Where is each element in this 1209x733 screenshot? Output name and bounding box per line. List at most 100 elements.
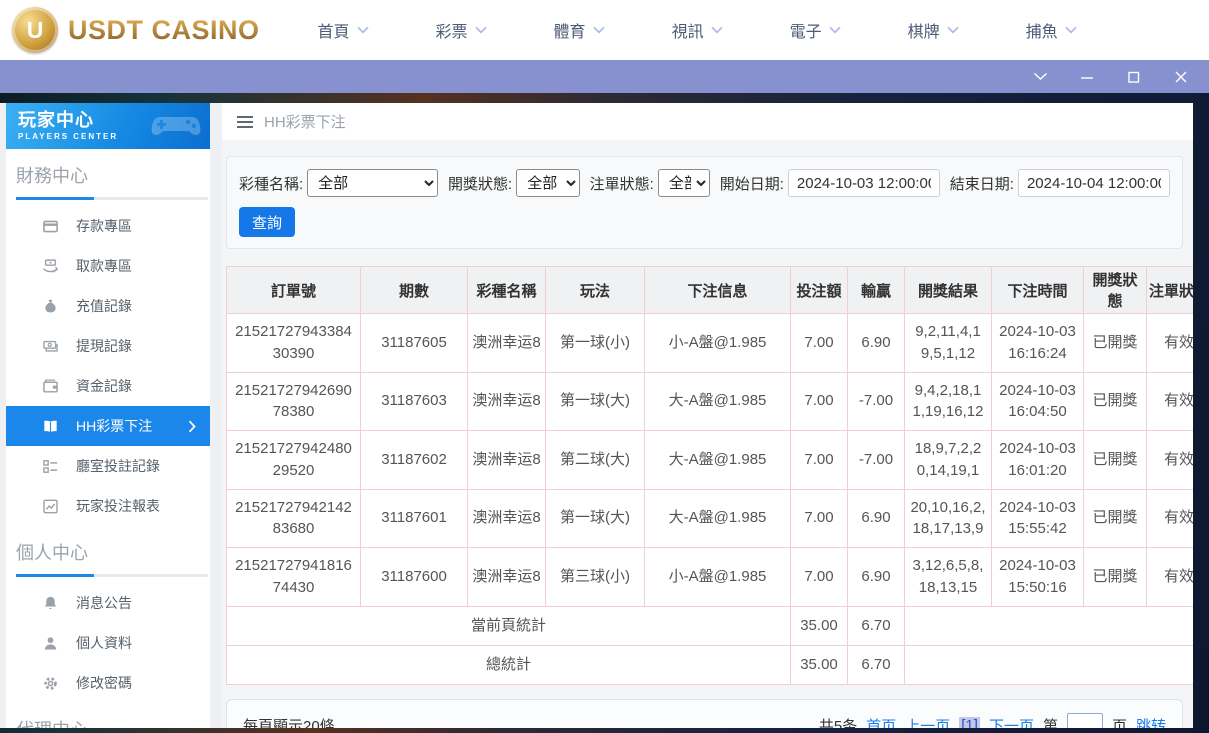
cell-bet_time: 2024-10-03 15:50:16: [992, 548, 1084, 607]
column-header: 開獎結果: [905, 267, 992, 314]
cell-win_loss: 6.90: [848, 314, 905, 373]
cell-win_loss: -7.00: [848, 431, 905, 490]
first-page-link[interactable]: 首页: [866, 715, 896, 728]
cell-bet_time: 2024-10-03 16:04:50: [992, 372, 1084, 431]
cell-draw_status: 已開獎: [1084, 548, 1147, 607]
main-nav: 首頁 彩票 體育 視訊 電子 棋牌 捕魚: [318, 18, 1077, 42]
sidebar-item-label: 提現記錄: [76, 336, 132, 356]
table-row: 215217279426907838031187603澳洲幸运8第一球(大)大-…: [227, 372, 1194, 431]
sidebar-item-person[interactable]: 個人資料: [6, 623, 210, 663]
report-chart-icon: [42, 498, 59, 515]
column-header: 下注時間: [992, 267, 1084, 314]
cell-order_status: 有效: [1147, 489, 1194, 548]
app-window: U USDT CASINO 首頁彩票體育視訊電子棋牌捕魚 玩家中心 PLAYER…: [0, 0, 1209, 733]
nav-item-label: 棋牌: [908, 18, 940, 42]
cell-bet_info: 小-A盤@1.985: [645, 314, 791, 373]
nav-item-0[interactable]: 首頁: [318, 18, 369, 42]
withdraw-hand-icon: [42, 258, 59, 275]
cell-order_status: 有效: [1147, 372, 1194, 431]
nav-item-4[interactable]: 電子: [790, 18, 841, 42]
column-header: 玩法: [546, 267, 645, 314]
page-size-text: 每頁顯示20條: [243, 715, 335, 728]
sidebar-item-label: 玩家投注報表: [76, 496, 160, 516]
column-header: 下注信息: [645, 267, 791, 314]
lottery-name-select[interactable]: 全部: [307, 169, 438, 197]
cell-order_no: 2152172794214283680: [227, 489, 361, 548]
current-page[interactable]: [1]: [959, 717, 980, 728]
sidebar-item-betting-records[interactable]: 廳室投註記錄: [6, 446, 210, 486]
column-header: 輸贏: [848, 267, 905, 314]
nav-item-label: 捕魚: [1026, 18, 1058, 42]
start-date-input[interactable]: [788, 169, 940, 197]
bets-table: 訂單號期數彩種名稱玩法下注信息投注額輸贏開獎結果下注時間開獎狀態注單狀態 215…: [226, 266, 1193, 685]
window-dropdown-icon[interactable]: [1032, 69, 1048, 85]
cell-play: 第三球(小): [546, 548, 645, 607]
prev-page-link[interactable]: 上一页: [905, 715, 950, 728]
cell-bet_info: 大-A盤@1.985: [645, 372, 791, 431]
cell-play: 第二球(大): [546, 431, 645, 490]
lottery-name-label: 彩種名稱:: [239, 173, 303, 194]
next-page-link[interactable]: 下一页: [989, 715, 1034, 728]
chevron-right-icon: [188, 420, 196, 433]
cell-result: 9,4,2,18,11,19,16,12: [905, 372, 992, 431]
nav-item-label: 體育: [554, 18, 586, 42]
order-status-label: 注單狀態:: [590, 173, 654, 194]
cell-draw_status: 已開獎: [1084, 372, 1147, 431]
sidebar-item-gear[interactable]: 修改密碼: [6, 663, 210, 703]
sidebar-item-report-chart[interactable]: 玩家投注報表: [6, 486, 210, 526]
sidebar-item-label: 存款專區: [76, 216, 132, 236]
sidebar-item-wallet[interactable]: 資金記錄: [6, 366, 210, 406]
app-background: 玩家中心 PLAYERS CENTER 財務中心存款專區取款專區充值記錄提現記錄…: [0, 93, 1209, 733]
sidebar-item-label: 消息公告: [76, 593, 132, 613]
sidebar-item-bell[interactable]: 消息公告: [6, 583, 210, 623]
sidebar-item-money-bag[interactable]: 充值記錄: [6, 286, 210, 326]
cell-win_loss: 6.90: [848, 548, 905, 607]
cell-win_loss: 6.90: [848, 489, 905, 548]
cash-notes-icon: [42, 338, 59, 355]
cell-bet_time: 2024-10-03 16:01:20: [992, 431, 1084, 490]
start-date-label: 開始日期:: [720, 173, 784, 194]
cell-order_no: 2152172794248029520: [227, 431, 361, 490]
window-close-icon[interactable]: [1173, 69, 1189, 85]
chevron-down-icon: [829, 26, 841, 34]
page-title: HH彩票下注: [264, 111, 346, 132]
window-minimize-icon[interactable]: [1079, 69, 1095, 85]
sidebar-item-lottery-book[interactable]: HH彩票下注: [6, 406, 210, 446]
end-date-input[interactable]: [1018, 169, 1170, 197]
summary-label: 當前頁統計: [227, 606, 791, 645]
brand-name: USDT CASINO: [68, 15, 260, 46]
summary-win-loss: 6.70: [848, 645, 905, 684]
sidebar-section-title-2: 代理中心: [16, 716, 200, 728]
cell-play: 第一球(小): [546, 314, 645, 373]
draw-status-select[interactable]: 全部: [516, 169, 580, 197]
nav-item-3[interactable]: 視訊: [672, 18, 723, 42]
cell-order_status: 有效: [1147, 314, 1194, 373]
summary-row: 總統計35.006.70: [227, 645, 1194, 684]
table-header-row: 訂單號期數彩種名稱玩法下注信息投注額輸贏開獎結果下注時間開獎狀態注單狀態: [227, 267, 1194, 314]
nav-item-5[interactable]: 棋牌: [908, 18, 959, 42]
brand-coin-icon: U: [12, 7, 58, 53]
nav-item-2[interactable]: 體育: [554, 18, 605, 42]
cell-amount: 7.00: [791, 489, 848, 548]
sidebar-item-label: 充值記錄: [76, 296, 132, 316]
nav-item-6[interactable]: 捕魚: [1026, 18, 1077, 42]
gamepad-icon: [150, 111, 202, 146]
order-status-select[interactable]: 全部: [658, 169, 710, 197]
cell-result: 20,10,16,2,18,17,13,9: [905, 489, 992, 548]
hamburger-menu-icon[interactable]: [237, 121, 253, 123]
sidebar-section-title-1: 個人中心: [16, 539, 200, 565]
search-button[interactable]: 查詢: [239, 207, 295, 237]
summary-label: 總統計: [227, 645, 791, 684]
pagination-controls: 共5条 首页 上一页 [1] 下一页 第 页 跳转: [819, 713, 1166, 728]
jump-button[interactable]: 跳转: [1136, 715, 1166, 728]
cell-order_status: 有效: [1147, 548, 1194, 607]
sidebar-item-withdraw-hand[interactable]: 取款專區: [6, 246, 210, 286]
wallet-icon: [42, 378, 59, 395]
window-maximize-icon[interactable]: [1126, 69, 1142, 85]
cell-draw_status: 已開獎: [1084, 314, 1147, 373]
sidebar-item-cash-notes[interactable]: 提現記錄: [6, 326, 210, 366]
sidebar-item-label: 取款專區: [76, 256, 132, 276]
nav-item-1[interactable]: 彩票: [436, 18, 487, 42]
sidebar-item-bank-card[interactable]: 存款專區: [6, 206, 210, 246]
page-number-input[interactable]: [1067, 713, 1103, 728]
